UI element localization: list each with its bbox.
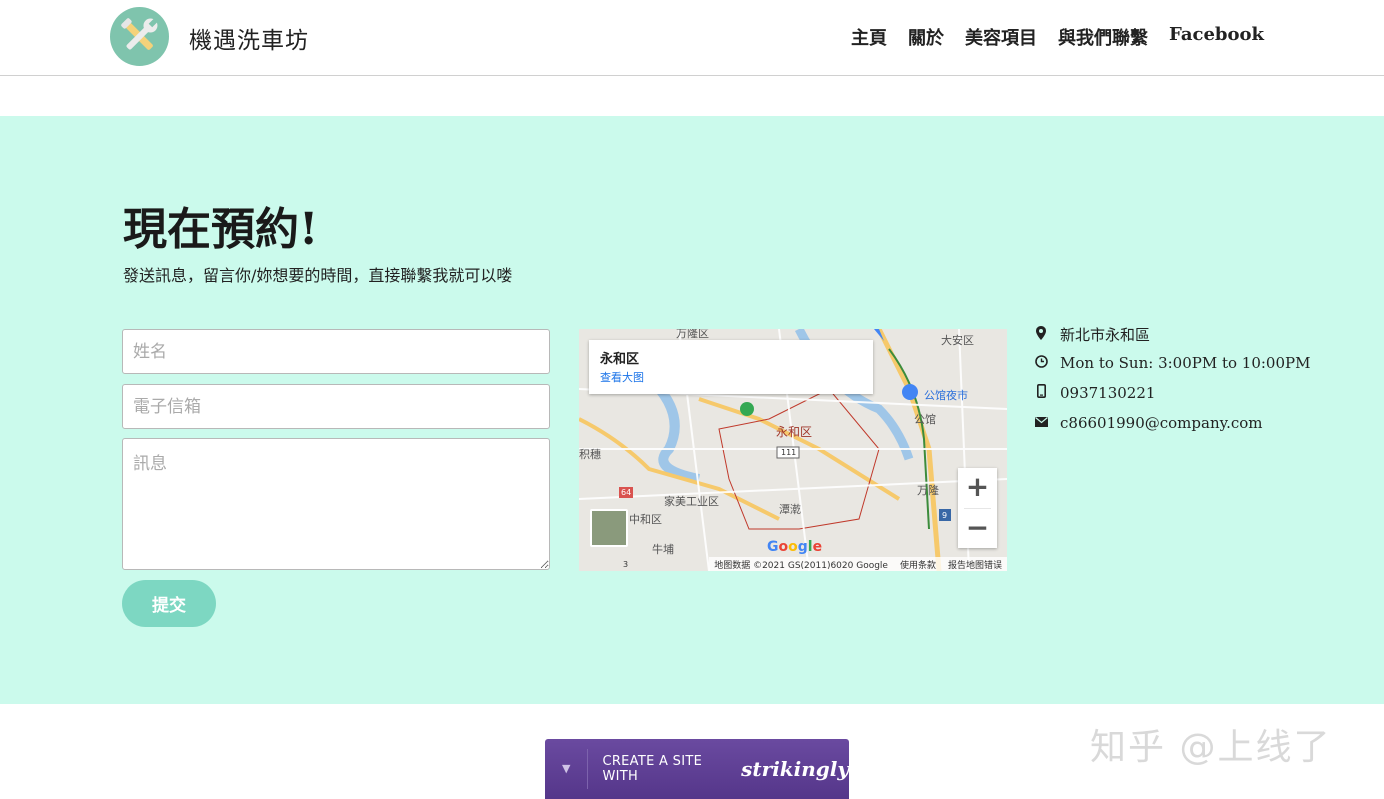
name-input[interactable] (122, 329, 550, 374)
contact-phone: 0937130221 (1034, 384, 1155, 402)
svg-text:公馆: 公馆 (914, 412, 936, 426)
svg-text:永和区: 永和区 (776, 425, 812, 439)
phone-text[interactable]: 0937130221 (1060, 384, 1155, 402)
svg-text:中和区: 中和区 (629, 513, 662, 526)
svg-text:潭漧: 潭漧 (779, 502, 801, 516)
email-text[interactable]: c86601990@company.com (1060, 414, 1263, 432)
svg-text:64: 64 (621, 488, 631, 497)
svg-text:大安区: 大安区 (941, 333, 974, 347)
svg-text:积穗: 积穗 (579, 448, 601, 461)
svg-text:9: 9 (942, 511, 947, 520)
map-attribution: 地图数据 ©2021 GS(2011)6020 Google 使用条款 报告地图… (709, 557, 1007, 571)
google-map[interactable]: 万隆区 大安区 公馆夜市 公馆 永和区 积穗 家美工业区 牛埔 潭漧 万隆 中和… (579, 329, 1007, 571)
contact-hours: Mon to Sun: 3:00PM to 10:00PM (1034, 354, 1310, 372)
map-zoom-control: + − (958, 468, 997, 548)
hours-text: Mon to Sun: 3:00PM to 10:00PM (1060, 354, 1311, 372)
clock-icon (1034, 354, 1048, 372)
address-text: 新北市永和區 (1060, 326, 1151, 344)
svg-text:公馆夜市: 公馆夜市 (924, 388, 968, 402)
map-report-link[interactable]: 报告地图错误 (948, 558, 1002, 571)
svg-text:万隆区: 万隆区 (676, 329, 709, 340)
nav-facebook[interactable]: Facebook (1169, 24, 1264, 50)
create-site-text: CREATE A SITE WITH (602, 754, 703, 784)
brand-name[interactable]: 機遇洗車坊 (189, 21, 309, 55)
section-subtitle: 發送訊息，留言你/妳想要的時間，直接聯繫我就可以喽 (123, 266, 513, 285)
zoom-out-button[interactable]: − (958, 509, 997, 549)
svg-text:牛埔: 牛埔 (652, 542, 674, 556)
map-view-larger-link[interactable]: 查看大图 (600, 369, 862, 385)
zhihu-watermark: 知乎 @上线了 (1090, 727, 1332, 768)
envelope-icon (1034, 416, 1048, 431)
svg-text:万隆: 万隆 (917, 483, 939, 497)
email-input[interactable] (122, 384, 550, 429)
nav-services[interactable]: 美容項目 (965, 24, 1037, 50)
contact-email: c86601990@company.com (1034, 414, 1263, 432)
phone-icon (1034, 384, 1048, 402)
map-pin-icon (1034, 325, 1048, 344)
site-header: 機遇洗車坊 主頁 關於 美容項目 與我們聯繫 Facebook (0, 0, 1384, 76)
message-textarea[interactable] (122, 438, 550, 570)
svg-text:家美工业区: 家美工业区 (664, 494, 719, 508)
google-logo: Google (767, 539, 823, 555)
section-title: 現在預約! (123, 204, 319, 255)
chevron-down-icon[interactable]: ▼ (545, 749, 589, 789)
contact-address: 新北市永和區 (1034, 324, 1150, 345)
main-nav: 主頁 關於 美容項目 與我們聯繫 Facebook (851, 24, 1264, 50)
nav-home[interactable]: 主頁 (851, 24, 887, 50)
map-data-attribution: 地图数据 ©2021 GS(2011)6020 Google (714, 561, 888, 571)
create-site-strikingly-button[interactable]: ▼ CREATE A SITE WITH strikingly (545, 739, 849, 799)
map-place-name: 永和区 (600, 352, 640, 367)
svg-text:111: 111 (781, 448, 796, 457)
map-terms-link[interactable]: 使用条款 (900, 558, 936, 571)
svg-text:3: 3 (623, 560, 628, 569)
nav-about[interactable]: 關於 (908, 24, 944, 50)
submit-button[interactable]: 提交 (122, 580, 216, 627)
wrench-screwdriver-icon[interactable] (110, 7, 169, 66)
map-info-window: 永和区 查看大图 (589, 340, 873, 394)
nav-contact[interactable]: 與我們聯繫 (1058, 24, 1148, 50)
zoom-in-button[interactable]: + (958, 468, 997, 508)
strikingly-logo-text: strikingly (741, 757, 849, 781)
map-satellite-toggle[interactable] (590, 509, 628, 547)
